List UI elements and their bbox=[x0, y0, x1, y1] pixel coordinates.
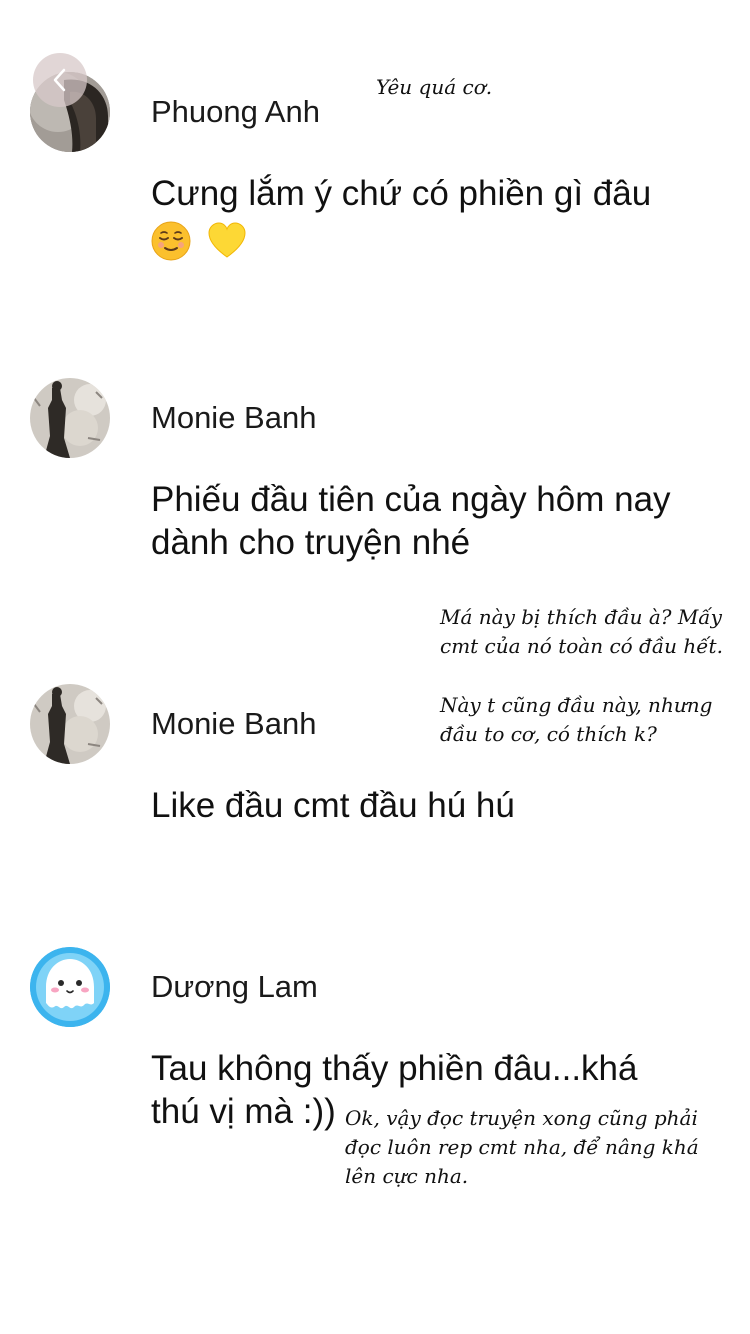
note-line: đọc luôn rep cmt nha, để nâng khá bbox=[345, 1135, 699, 1159]
note-line: Ok, vậy đọc truyện xong cũng phải bbox=[345, 1106, 698, 1130]
avatar[interactable] bbox=[30, 947, 110, 1027]
note-line: lên cực nha. bbox=[345, 1164, 469, 1188]
avatar[interactable] bbox=[30, 378, 110, 458]
comment-text: Like đầu cmt đầu hú hú bbox=[151, 784, 711, 827]
note-line: Má này bị thích đầu à? Mấy bbox=[440, 605, 722, 629]
comment-text-line: Phiếu đầu tiên của ngày hôm nay bbox=[151, 480, 671, 519]
comment-text-line: Like đầu cmt đầu hú hú bbox=[151, 786, 515, 825]
avatar-photo bbox=[30, 378, 110, 458]
avatar-photo bbox=[30, 684, 110, 764]
annotation-note: Má này bị thích đầu à? Mấy cmt của nó to… bbox=[440, 603, 723, 661]
annotation-note: Yêu quá cơ. bbox=[376, 73, 492, 102]
annotation-note: Ok, vậy đọc truyện xong cũng phải đọc lu… bbox=[345, 1104, 699, 1191]
comment-text: Cưng lắm ý chứ có phiền gì đâu bbox=[151, 172, 711, 261]
note-line: Yêu quá cơ. bbox=[376, 75, 493, 99]
note-line: cmt của nó toàn có đầu hết. bbox=[440, 634, 723, 658]
comment-text-line: Tau không thấy phiền đâu...khá bbox=[151, 1049, 638, 1088]
comment-author[interactable]: Phuong Anh bbox=[151, 94, 320, 130]
comment-text-line: dành cho truyện nhé bbox=[151, 523, 471, 562]
yellow-heart-icon bbox=[208, 222, 246, 258]
annotation-note: Này t cũng đầu này, nhưng đầu to cơ, có … bbox=[440, 691, 712, 749]
chevron-left-icon bbox=[53, 68, 66, 92]
emoji-row bbox=[151, 217, 711, 261]
avatar-photo bbox=[30, 947, 110, 1027]
note-line: Này t cũng đầu này, nhưng bbox=[440, 693, 713, 717]
avatar[interactable] bbox=[30, 684, 110, 764]
back-button[interactable] bbox=[33, 53, 87, 107]
comment-author[interactable]: Monie Banh bbox=[151, 400, 316, 436]
comment-text: Phiếu đầu tiên của ngày hôm nay dành cho… bbox=[151, 478, 711, 564]
note-line: đầu to cơ, có thích k? bbox=[440, 722, 657, 746]
comment-author[interactable]: Dương Lam bbox=[151, 969, 318, 1005]
comment-text-line: Cưng lắm ý chứ có phiền gì đâu bbox=[151, 174, 652, 213]
relieved-face-icon bbox=[151, 221, 191, 261]
comment-author[interactable]: Monie Banh bbox=[151, 706, 316, 742]
